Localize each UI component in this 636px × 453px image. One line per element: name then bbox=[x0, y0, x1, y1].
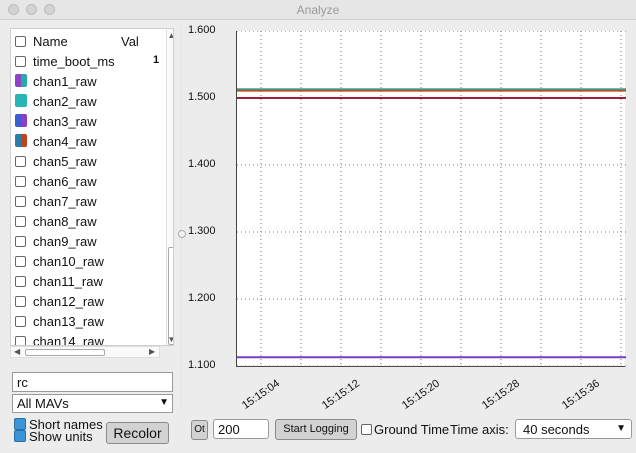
y-tick-label: 1.200 bbox=[188, 292, 216, 304]
splitter-handle-icon[interactable] bbox=[178, 230, 186, 238]
row-checkbox[interactable] bbox=[15, 256, 26, 267]
x-tick-label: 15:15:12 bbox=[320, 377, 362, 412]
list-item[interactable]: chan13_raw bbox=[11, 311, 161, 331]
list-item-label: chan7_raw bbox=[33, 194, 97, 209]
show-units-label: Show units bbox=[29, 429, 93, 444]
time-axis-label: Time axis: bbox=[450, 422, 509, 437]
name-column-header[interactable]: Name bbox=[33, 34, 68, 49]
y-tick-label: 1.300 bbox=[188, 225, 216, 237]
list-item[interactable]: chan12_raw bbox=[11, 291, 161, 311]
rate-input[interactable]: 200 bbox=[213, 419, 269, 439]
select-all-checkbox[interactable] bbox=[15, 36, 26, 47]
ground-time-checkbox[interactable] bbox=[361, 424, 372, 435]
options-button[interactable]: Ot bbox=[191, 420, 208, 440]
list-item-label: chan9_raw bbox=[33, 234, 97, 249]
variable-list: Name Val time_boot_ms 1 chan1_raw chan2_raw… bbox=[10, 28, 174, 346]
row-checkbox[interactable] bbox=[15, 216, 26, 227]
list-item-label: chan1_raw bbox=[33, 74, 97, 89]
color-swatch[interactable] bbox=[15, 74, 27, 87]
row-checkbox[interactable] bbox=[15, 276, 26, 287]
row-checkbox[interactable] bbox=[15, 156, 26, 167]
list-horizontal-scrollbar[interactable]: ◀ ▶ bbox=[10, 346, 160, 358]
list-item-label: chan5_raw bbox=[33, 154, 97, 169]
ground-time-label: Ground Time bbox=[374, 422, 450, 437]
row-checkbox[interactable] bbox=[15, 176, 26, 187]
window-title: Analyze bbox=[296, 3, 340, 17]
y-tick-label: 1.600 bbox=[188, 24, 216, 36]
list-item-label: chan10_raw bbox=[33, 254, 104, 269]
row-checkbox[interactable] bbox=[15, 236, 26, 247]
x-tick-label: 15:15:28 bbox=[480, 377, 522, 412]
title-bar: Analyze bbox=[0, 0, 636, 20]
list-item[interactable]: chan3_raw bbox=[11, 111, 161, 131]
row-checkbox[interactable] bbox=[15, 296, 26, 307]
list-item[interactable]: chan8_raw bbox=[11, 211, 161, 231]
list-vertical-scrollbar[interactable]: ▲ ▼ bbox=[166, 29, 173, 345]
row-checkbox[interactable] bbox=[15, 196, 26, 207]
swatch-color-right bbox=[21, 94, 27, 107]
list-item[interactable]: chan14_raw bbox=[11, 331, 161, 346]
color-swatch[interactable] bbox=[15, 114, 27, 127]
list-header: Name Val bbox=[11, 29, 161, 53]
value-column-header[interactable]: Val bbox=[121, 34, 139, 49]
list-item[interactable]: chan10_raw bbox=[11, 251, 161, 271]
hscroll-thumb[interactable] bbox=[25, 349, 105, 356]
plot-area[interactable] bbox=[236, 30, 626, 367]
show-units-option[interactable]: Show units bbox=[14, 429, 93, 444]
list-item[interactable]: chan9_raw bbox=[11, 231, 161, 251]
y-tick-label: 1.500 bbox=[188, 91, 216, 103]
list-item-label: time_boot_ms bbox=[33, 54, 115, 69]
scroll-thumb[interactable] bbox=[168, 247, 173, 345]
x-tick-label: 15:15:20 bbox=[400, 377, 442, 412]
show-units-checkbox[interactable] bbox=[14, 430, 26, 442]
x-tick-label: 15:15:36 bbox=[560, 377, 602, 412]
list-item-label: chan8_raw bbox=[33, 214, 97, 229]
chevron-down-icon: ▼ bbox=[159, 397, 169, 408]
list-item[interactable]: time_boot_ms 1 bbox=[11, 51, 161, 71]
y-tick-label: 1.100 bbox=[188, 359, 216, 371]
row-checkbox[interactable] bbox=[15, 56, 26, 67]
list-item-label: chan12_raw bbox=[33, 294, 104, 309]
color-swatch[interactable] bbox=[15, 134, 27, 147]
list-item-label: chan14_raw bbox=[33, 334, 104, 346]
list-item[interactable]: chan1_raw bbox=[11, 71, 161, 91]
list-item[interactable]: chan7_raw bbox=[11, 191, 161, 211]
time-axis-value: 40 seconds bbox=[523, 422, 590, 437]
recolor-button[interactable]: Recolor bbox=[106, 422, 169, 444]
list-item-label: chan6_raw bbox=[33, 174, 97, 189]
swatch-color-right bbox=[21, 114, 27, 127]
y-tick-label: 1.400 bbox=[188, 158, 216, 170]
swatch-color-right bbox=[21, 134, 27, 147]
start-logging-button[interactable]: Start Logging bbox=[275, 419, 357, 440]
list-item[interactable]: chan6_raw bbox=[11, 171, 161, 191]
chevron-updown-icon: ▼ bbox=[616, 423, 626, 434]
time-axis-select[interactable]: 40 seconds ▼ bbox=[515, 419, 632, 439]
row-checkbox[interactable] bbox=[15, 316, 26, 327]
mav-select-value: All MAVs bbox=[17, 396, 69, 411]
ground-time-option[interactable]: Ground Time bbox=[361, 422, 449, 437]
filter-input[interactable]: rc bbox=[12, 372, 173, 392]
list-item[interactable]: chan5_raw bbox=[11, 151, 161, 171]
mav-select[interactable]: All MAVs ▼ bbox=[12, 394, 173, 413]
list-item-label: chan3_raw bbox=[33, 114, 97, 129]
list-item-label: chan4_raw bbox=[33, 134, 97, 149]
row-checkbox[interactable] bbox=[15, 336, 26, 345]
list-item[interactable]: chan4_raw bbox=[11, 131, 161, 151]
chart-svg bbox=[237, 30, 626, 367]
list-item[interactable]: chan11_raw bbox=[11, 271, 161, 291]
scroll-up-arrow-icon[interactable]: ▲ bbox=[167, 31, 173, 40]
list-item-label: chan2_raw bbox=[33, 94, 97, 109]
scroll-left-arrow-icon[interactable]: ◀ bbox=[14, 347, 20, 356]
list-item[interactable]: chan2_raw bbox=[11, 91, 161, 111]
swatch-color-right bbox=[21, 74, 27, 87]
list-item-label: chan13_raw bbox=[33, 314, 104, 329]
scroll-down-arrow-icon[interactable]: ▼ bbox=[167, 335, 173, 344]
x-tick-label: 15:15:04 bbox=[240, 377, 282, 412]
panel-splitter[interactable] bbox=[180, 26, 182, 411]
list-item-value: 1 bbox=[153, 54, 160, 66]
list-item-label: chan11_raw bbox=[33, 274, 103, 289]
color-swatch[interactable] bbox=[15, 94, 27, 107]
scroll-right-arrow-icon[interactable]: ▶ bbox=[149, 347, 155, 356]
